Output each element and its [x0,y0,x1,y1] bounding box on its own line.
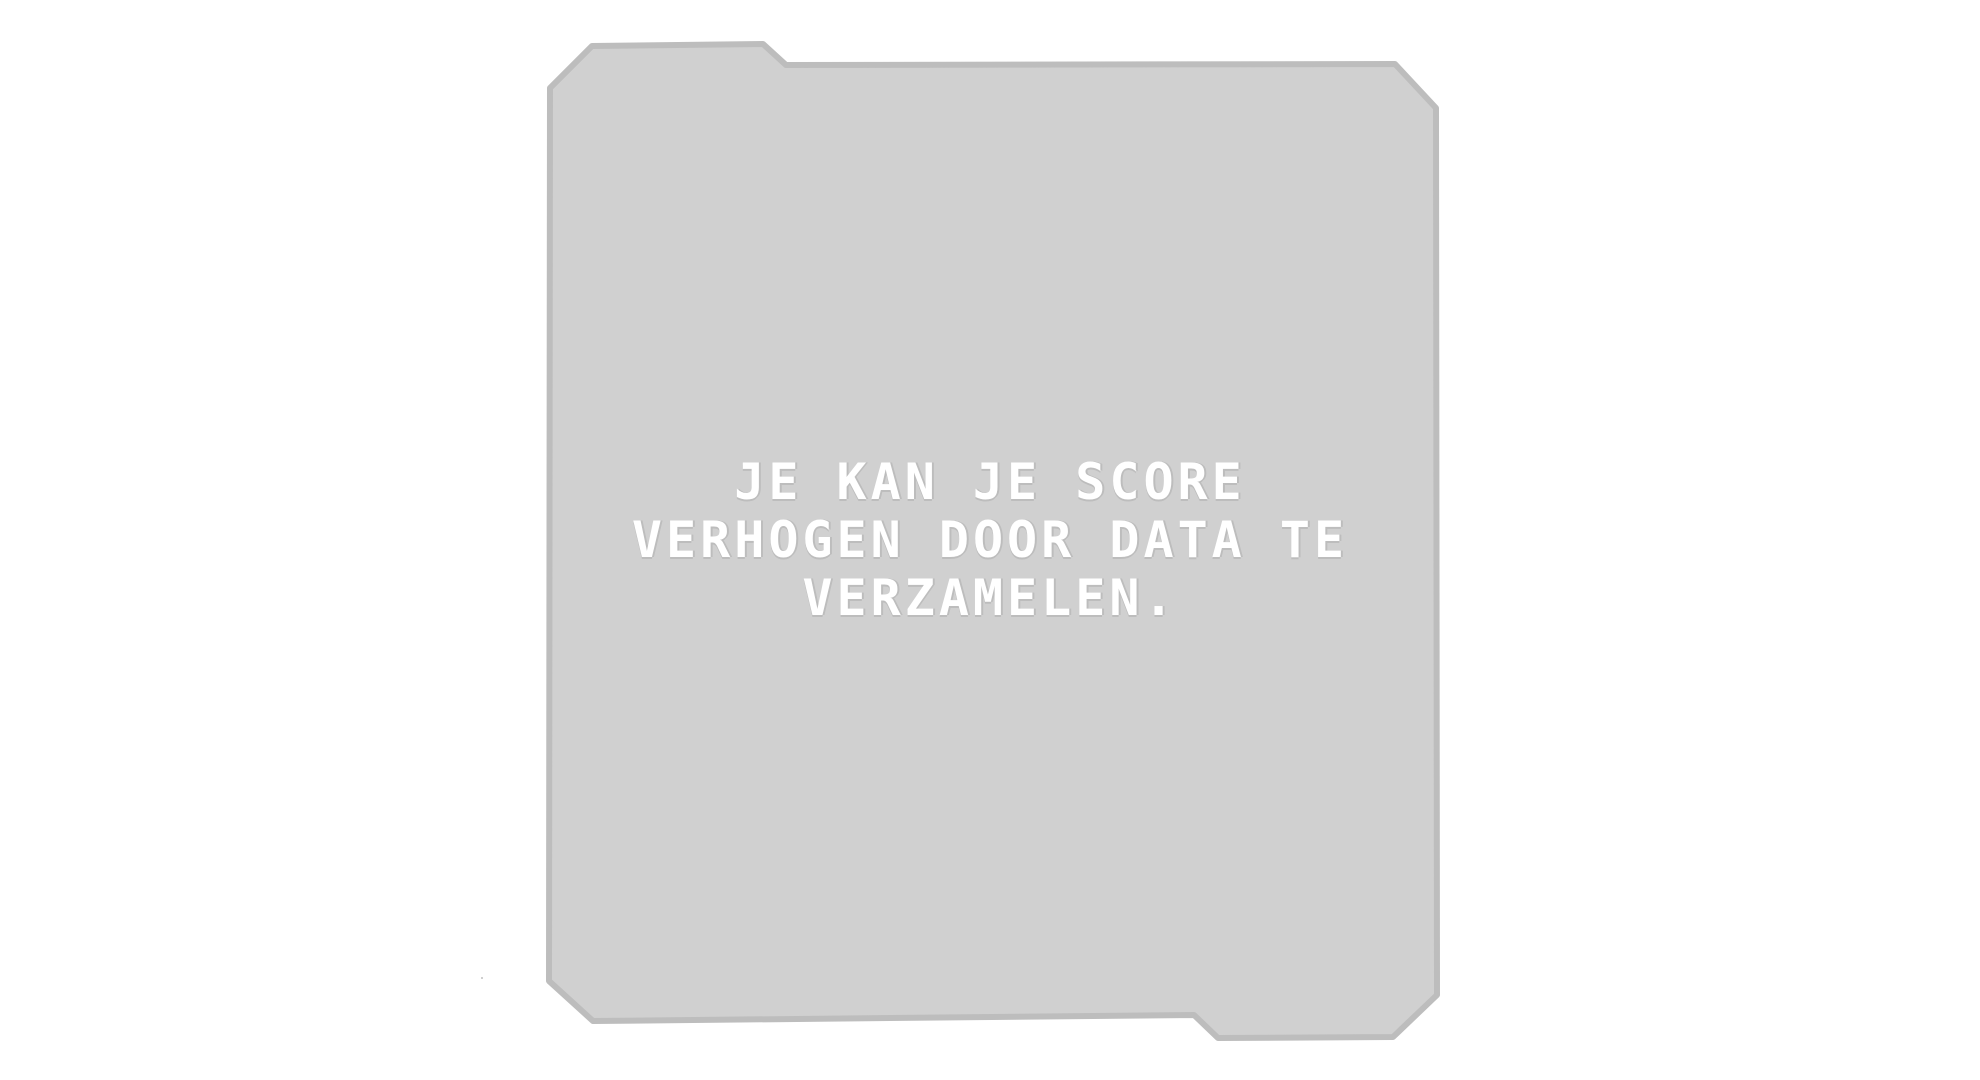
dialog-message-container: JE KAN JE SCORE VERHOGEN DOOR DATA TE VE… [560,440,1420,640]
dialog-message: JE KAN JE SCORE VERHOGEN DOOR DATA TE VE… [631,453,1349,627]
decorative-dot [481,977,483,979]
